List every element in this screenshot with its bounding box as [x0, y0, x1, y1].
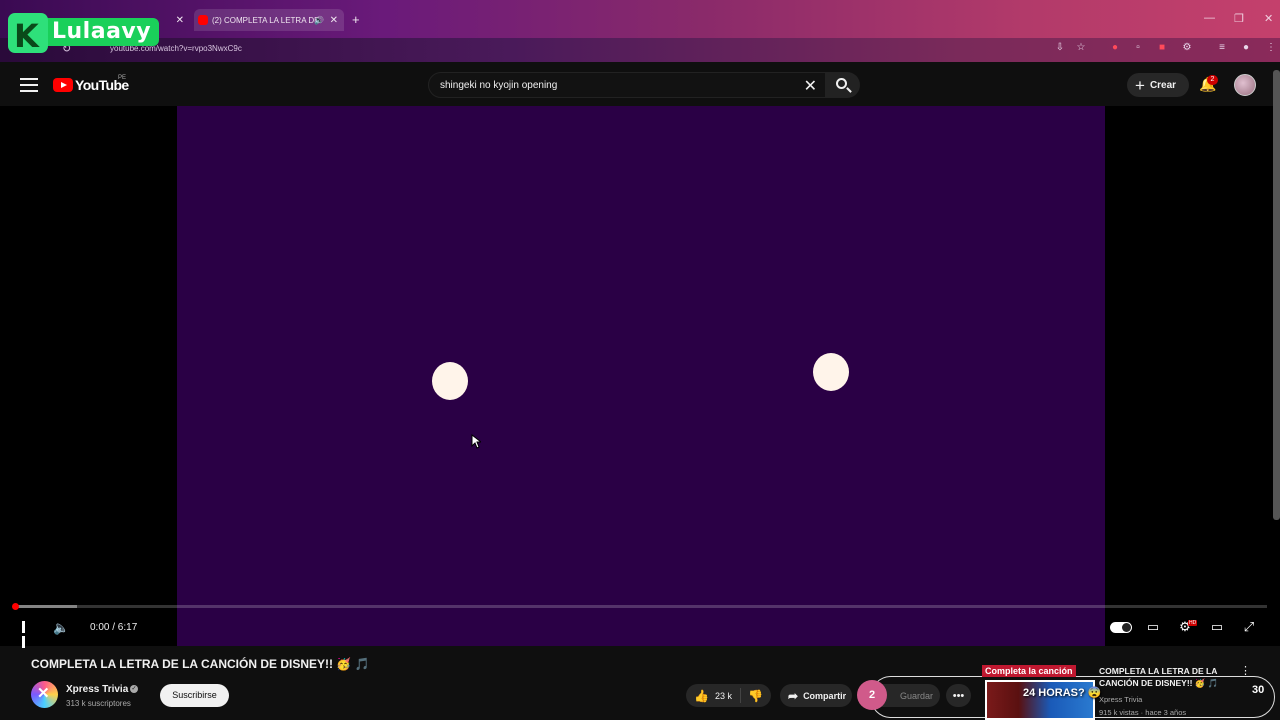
subscriber-count: 313 k suscriptores: [66, 699, 131, 708]
search-button[interactable]: [826, 72, 860, 98]
account-avatar[interactable]: [1234, 74, 1256, 96]
clear-search-icon[interactable]: ✕: [804, 76, 817, 96]
extension-icon[interactable]: ▫: [1132, 42, 1144, 54]
volume-icon[interactable]: 🔈: [53, 620, 69, 636]
verified-check-icon: ✓: [130, 685, 138, 693]
subtitles-icon[interactable]: ▭: [1144, 619, 1162, 635]
browser-menu-icon[interactable]: ⋮: [1265, 42, 1277, 54]
channel-name[interactable]: Xpress Trivia: [66, 684, 128, 695]
extensions-puzzle-icon[interactable]: ⚙: [1181, 42, 1193, 54]
glowing-orb-left: [432, 362, 468, 400]
minimize-icon[interactable]: —: [1204, 12, 1215, 24]
thumbs-up-icon: 👍: [694, 688, 709, 703]
search-icon: [836, 78, 847, 89]
search-query[interactable]: shingeki no kyojin opening: [440, 80, 557, 91]
page-scrollbar[interactable]: [1273, 70, 1280, 520]
speaker-icon[interactable]: 🔊: [314, 16, 324, 25]
browser-tab-active[interactable]: (2) COMPLETA LA LETRA DE 🔊 ✕: [194, 9, 344, 31]
recommended-meta: 915 k vistas · hace 3 años: [1099, 708, 1187, 717]
close-tab-icon[interactable]: ✕: [330, 15, 338, 26]
media-icon[interactable]: ≡: [1216, 42, 1228, 54]
video-title: COMPLETA LA LETRA DE LA CANCIÓN DE DISNE…: [31, 657, 370, 671]
streamer-watermark: Lulaavy K: [8, 13, 160, 55]
hd-badge: HD: [1188, 620, 1198, 626]
new-tab-icon[interactable]: +: [352, 12, 360, 27]
plus-icon: +: [1135, 75, 1145, 95]
share-label: Compartir: [803, 690, 847, 701]
channel-avatar[interactable]: [31, 681, 58, 708]
profile-icon[interactable]: ●: [1240, 42, 1252, 54]
thumbs-down-icon[interactable]: 👎: [748, 689, 763, 703]
time-display: 0:00 / 6:17: [90, 622, 138, 633]
progress-bar[interactable]: [12, 603, 1267, 610]
video-frame[interactable]: [177, 106, 1105, 646]
search-input[interactable]: shingeki no kyojin opening ✕: [428, 72, 826, 98]
share-button[interactable]: ➦ Compartir: [780, 684, 852, 707]
recommended-title[interactable]: COMPLETA LA LETRA DE LA CANCIÓN DE DISNE…: [1099, 665, 1229, 689]
install-app-icon[interactable]: ⇩: [1054, 42, 1066, 54]
watermark-logo-icon: K: [8, 13, 48, 55]
extension-red-icon[interactable]: ●: [1109, 42, 1121, 54]
autoplay-toggle[interactable]: [1110, 622, 1132, 633]
fullscreen-icon[interactable]: ⤢: [1240, 619, 1258, 635]
mouse-cursor-icon: [471, 434, 481, 449]
restore-icon[interactable]: ❐: [1234, 12, 1244, 25]
recommended-counter: 30: [1252, 684, 1265, 696]
like-button[interactable]: 👍 23 k 👎: [686, 684, 771, 707]
close-tab-icon[interactable]: ✕: [176, 15, 184, 26]
thumbnail-caption: Completa la canción: [982, 665, 1076, 677]
youtube-logo-icon[interactable]: [53, 78, 73, 92]
thumbnail-overlay-text: 24 HORAS? 😨: [1023, 687, 1102, 699]
theater-mode-icon[interactable]: ▭: [1208, 619, 1226, 635]
glowing-orb-right: [813, 353, 849, 391]
browser-tab-bar: [0, 0, 1280, 38]
close-window-icon[interactable]: ✕: [1264, 12, 1273, 25]
create-button[interactable]: + Crear: [1127, 73, 1189, 97]
youtube-favicon-icon: [198, 15, 208, 25]
country-code: PE: [118, 75, 127, 81]
recommended-menu-icon[interactable]: ⋮: [1240, 664, 1251, 677]
buffered-bar: [14, 605, 77, 608]
notification-count-badge: 2: [1207, 75, 1218, 85]
bookmark-star-icon[interactable]: ☆: [1075, 42, 1087, 54]
extension-record-icon[interactable]: ■: [1156, 42, 1168, 54]
scrubber-handle[interactable]: [12, 603, 19, 610]
step-number-badge: 2: [857, 680, 887, 710]
pause-button[interactable]: [22, 621, 32, 648]
menu-hamburger-icon[interactable]: [20, 78, 38, 92]
create-label: Crear: [1149, 79, 1177, 91]
screen: u ✕ (2) COMPLETA LA LETRA DE 🔊 ✕ + — ❐ ✕…: [0, 0, 1280, 720]
watermark-name: Lulaavy: [38, 18, 160, 46]
share-arrow-icon: ➦: [788, 688, 799, 703]
recommended-channel[interactable]: Xpress Trivia: [1099, 695, 1142, 704]
subscribe-button[interactable]: Suscribirse: [160, 684, 229, 707]
tab-title: (2) COMPLETA LA LETRA DE: [212, 15, 320, 25]
like-count: 23 k: [714, 690, 732, 701]
